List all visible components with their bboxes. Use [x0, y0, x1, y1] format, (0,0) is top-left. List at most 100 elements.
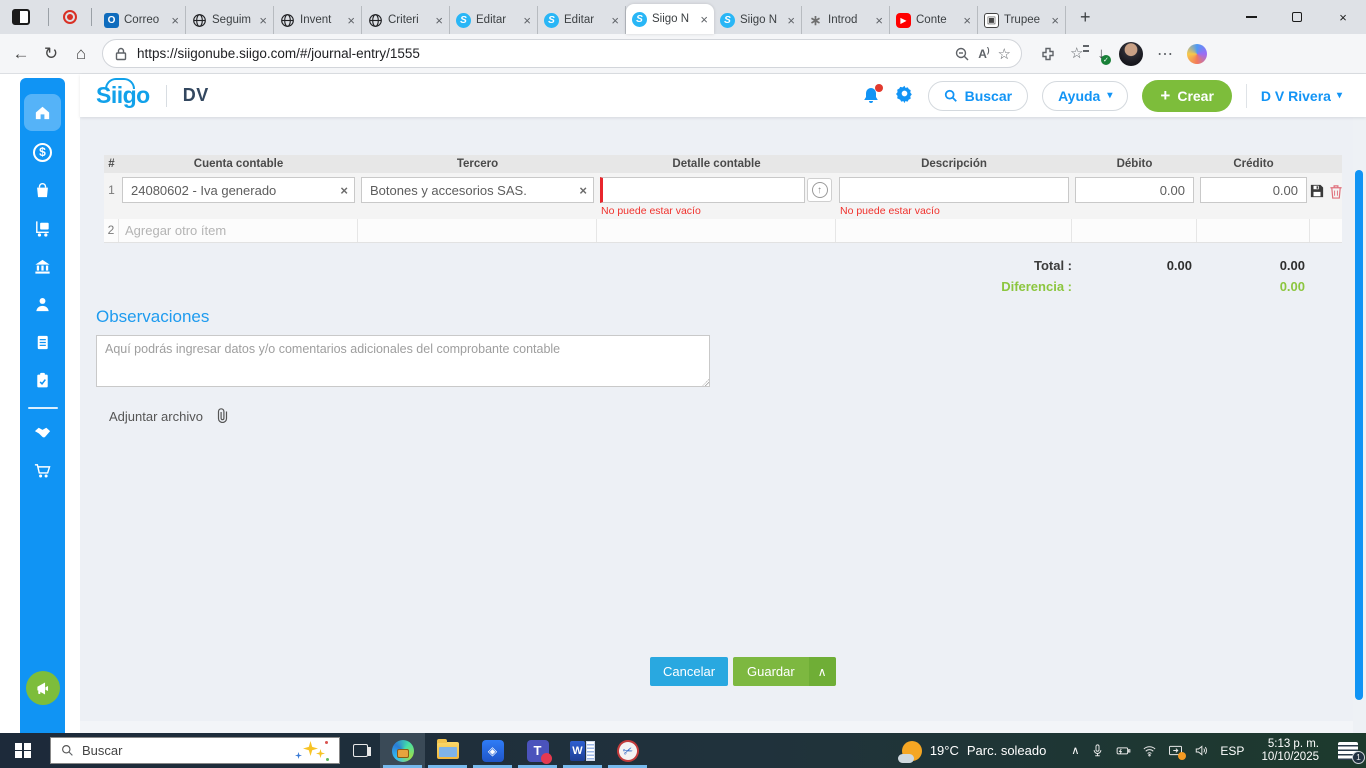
sidebar-item-banks[interactable]: [24, 249, 61, 283]
help-button[interactable]: Ayuda ▾: [1042, 80, 1129, 111]
tab-close-icon[interactable]: ×: [787, 14, 795, 27]
taskbar-devapp-button[interactable]: ◈: [470, 733, 515, 768]
attach-file-control[interactable]: Adjuntar archivo: [109, 407, 229, 426]
browser-tab-editar-1[interactable]: S Editar ×: [450, 6, 538, 34]
back-button[interactable]: ←: [6, 44, 36, 64]
sidebar-item-contacts[interactable]: [24, 287, 61, 321]
save-options-button[interactable]: ∧: [808, 657, 836, 686]
tab-close-icon[interactable]: ×: [259, 14, 267, 27]
sidebar-item-store[interactable]: [24, 453, 61, 487]
tercero-input[interactable]: [361, 177, 594, 203]
browser-tab-invent[interactable]: Invent ×: [274, 6, 362, 34]
recording-indicator-icon[interactable]: [63, 10, 77, 24]
create-button[interactable]: + Crear: [1142, 79, 1232, 112]
taskbar-teams-button[interactable]: T: [515, 733, 560, 768]
credito-input[interactable]: [1200, 177, 1307, 203]
cuenta-contable-input[interactable]: [122, 177, 355, 203]
browser-tab-correo[interactable]: O Correo ×: [98, 6, 186, 34]
debito-input[interactable]: [1075, 177, 1194, 203]
sidebar-item-home[interactable]: [24, 94, 61, 131]
paperclip-icon[interactable]: [215, 407, 229, 426]
collections-icon[interactable]: ☆: [1070, 44, 1090, 63]
browser-tab-criteri[interactable]: Criteri ×: [362, 6, 450, 34]
sidebar-item-inventory[interactable]: [24, 211, 61, 245]
taskbar-edge-button[interactable]: [380, 733, 425, 768]
read-aloud-icon[interactable]: A): [978, 46, 989, 61]
browser-profile-avatar[interactable]: [1118, 41, 1143, 66]
taskbar-snip-button[interactable]: ✂: [605, 733, 650, 768]
language-indicator[interactable]: ESP: [1220, 744, 1244, 758]
textarea-resize-handle[interactable]: [702, 379, 709, 386]
save-row-icon[interactable]: [1310, 184, 1324, 201]
tab-close-icon[interactable]: ×: [171, 14, 179, 27]
user-menu[interactable]: D V Rivera ▾: [1261, 88, 1342, 104]
new-tab-button[interactable]: +: [1080, 7, 1091, 28]
clear-tercero-icon[interactable]: ×: [579, 183, 587, 198]
refresh-button[interactable]: ↻: [36, 44, 66, 64]
tab-close-icon[interactable]: ×: [347, 14, 355, 27]
descripcion-input[interactable]: [839, 177, 1069, 203]
browser-tab-conte[interactable]: ▶ Conte ×: [890, 6, 978, 34]
speaker-icon[interactable]: [1194, 743, 1209, 758]
search-button[interactable]: Buscar: [927, 80, 1029, 111]
tab-close-icon[interactable]: ×: [435, 14, 443, 27]
detalle-contable-input[interactable]: [600, 177, 805, 203]
weather-widget[interactable]: 19°C Parc. soleado: [897, 740, 1046, 763]
browser-tab-introd[interactable]: ∗ Introd ×: [802, 6, 890, 34]
workspaces-icon[interactable]: [12, 9, 30, 25]
address-bar[interactable]: https://siigonube.siigo.com/#/journal-en…: [102, 39, 1022, 68]
browser-tab-siigo-active[interactable]: S Siigo N ×: [626, 4, 714, 34]
tab-close-icon[interactable]: ×: [700, 13, 708, 26]
browser-tab-seguim[interactable]: Seguim ×: [186, 6, 274, 34]
home-button[interactable]: ⌂: [66, 44, 96, 64]
battery-icon[interactable]: [1116, 743, 1131, 758]
detalle-lookup-button[interactable]: ↑: [807, 178, 832, 202]
tab-close-icon[interactable]: ×: [611, 14, 619, 27]
browser-menu-icon[interactable]: ⋯: [1157, 44, 1173, 64]
sidebar-item-money[interactable]: $: [24, 135, 61, 169]
start-button[interactable]: [0, 733, 46, 768]
action-center-icon[interactable]: 1: [1338, 741, 1365, 764]
save-button[interactable]: Guardar: [733, 657, 809, 686]
scrollbar-track[interactable]: [1353, 117, 1366, 733]
screen-share-icon[interactable]: [1168, 743, 1187, 760]
favorite-star-icon[interactable]: ☆: [998, 45, 1011, 63]
taskbar-explorer-button[interactable]: [425, 733, 470, 768]
tab-close-icon[interactable]: ×: [523, 14, 531, 27]
sidebar-item-tasks[interactable]: [24, 363, 61, 397]
taskbar-search-box[interactable]: Buscar: [50, 737, 340, 764]
delete-row-icon[interactable]: [1329, 184, 1343, 202]
task-view-button[interactable]: [340, 733, 380, 768]
browser-tab-trupee[interactable]: ▣ Trupee ×: [978, 6, 1066, 34]
observaciones-textarea[interactable]: [96, 335, 710, 387]
zoom-level-icon[interactable]: [954, 46, 970, 62]
tab-close-icon[interactable]: ×: [1051, 14, 1059, 27]
window-maximize-button[interactable]: [1274, 0, 1320, 34]
browser-tab-editar-2[interactable]: S Editar ×: [538, 6, 626, 34]
settings-gear-icon[interactable]: [895, 84, 914, 108]
add-item-input[interactable]: [119, 219, 357, 242]
scrollbar-thumb[interactable]: [1355, 170, 1363, 700]
sidebar-item-purchases[interactable]: [24, 173, 61, 207]
cancel-button[interactable]: Cancelar: [650, 657, 729, 686]
microphone-icon[interactable]: [1090, 743, 1105, 758]
wifi-icon[interactable]: [1142, 743, 1157, 758]
window-minimize-button[interactable]: [1228, 0, 1274, 34]
tray-chevron-up-icon[interactable]: ∧: [1071, 744, 1079, 757]
url-text[interactable]: https://siigonube.siigo.com/#/journal-en…: [137, 46, 946, 61]
taskbar-word-button[interactable]: W: [560, 733, 605, 768]
tab-close-icon[interactable]: ×: [875, 14, 883, 27]
news-megaphone-button[interactable]: [25, 671, 60, 705]
browser-tab-siigo-2[interactable]: S Siigo N ×: [714, 6, 802, 34]
siigo-logo[interactable]: Siigo: [96, 78, 150, 109]
sidebar-item-reports[interactable]: [24, 325, 61, 359]
downloads-icon[interactable]: ↓ ✓: [1097, 45, 1111, 65]
copilot-icon[interactable]: [1186, 43, 1207, 64]
clear-cuenta-icon[interactable]: ×: [340, 183, 348, 198]
window-close-button[interactable]: ×: [1320, 0, 1366, 34]
tab-close-icon[interactable]: ×: [963, 14, 971, 27]
sidebar-item-alliances[interactable]: [24, 415, 61, 449]
clock[interactable]: 5:13 p. m. 10/10/2025: [1261, 738, 1319, 764]
notifications-bell-icon[interactable]: [861, 83, 883, 106]
extensions-icon[interactable]: [1040, 46, 1056, 62]
